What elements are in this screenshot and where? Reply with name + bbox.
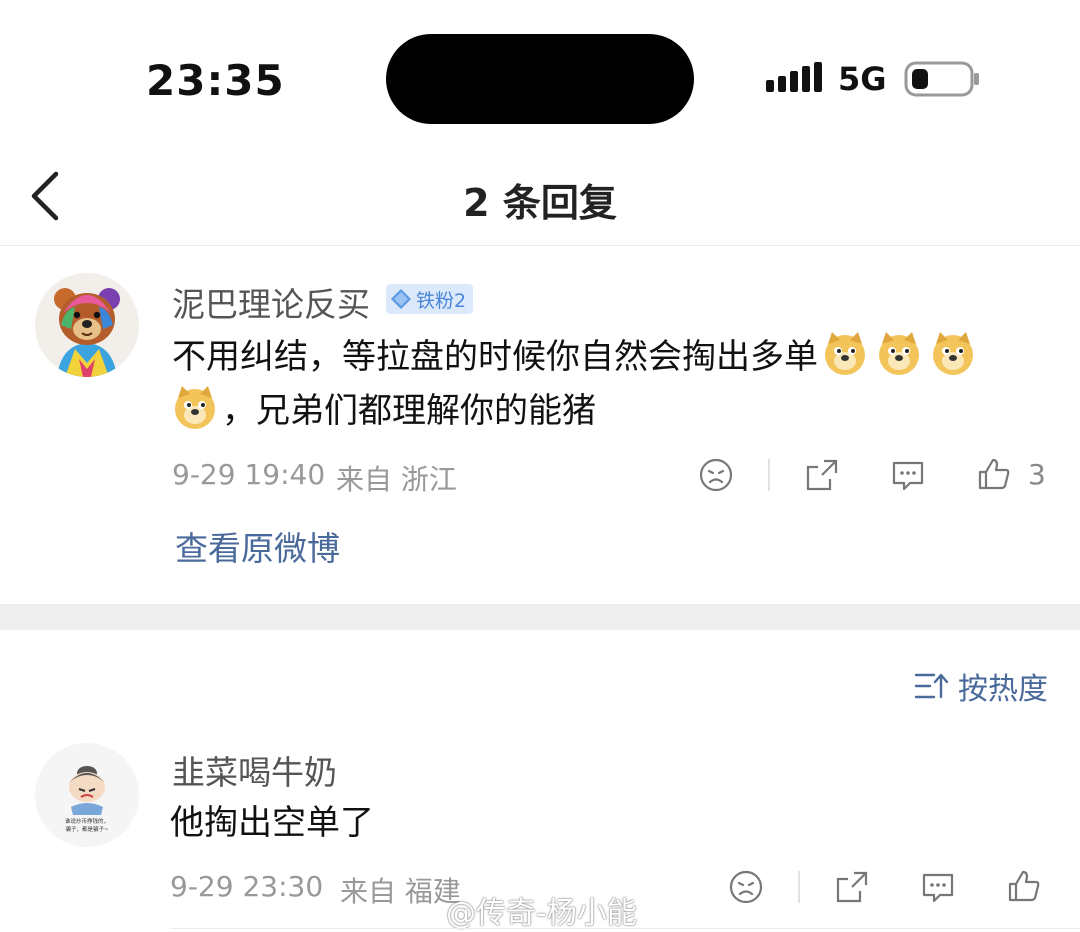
doge-emoji-icon [825,332,865,375]
bear-avatar-icon [35,273,139,377]
comment-username[interactable]: 泥巴理论反买 [172,278,370,326]
reply-text: 他掏出空单了 [170,803,374,843]
signal-icon [766,62,822,92]
like-count: 3 [1028,458,1046,491]
sort-icon [914,673,948,699]
reply-username[interactable]: 韭菜喝牛奶 [172,746,337,794]
divider [170,928,1080,929]
share-icon[interactable] [804,457,840,493]
dynamic-island [386,34,694,124]
doge-emoji-icon [879,332,919,375]
comment-date: 9-29 19:40 [172,458,326,491]
comment-icon[interactable] [890,457,926,493]
sort-button[interactable]: 按热度 [914,664,1048,708]
reply-date: 9-29 23:30 [170,870,324,903]
network-type: 5G [838,60,887,98]
divider [768,459,770,491]
battery-icon [904,61,979,97]
page-title: 2 条回复 [463,181,617,225]
avatar[interactable] [35,273,139,377]
doge-emoji-icon [933,332,973,375]
divider [798,871,800,903]
comment-location: 来自 浙江 [336,463,457,496]
cartoon-avatar-icon: 谁说炒币挣钱的， 骗子，都是骗子~ [35,743,139,847]
nav-bar: 2 条回复 [0,150,1080,246]
svg-text:骗子，都是骗子~: 骗子，都是骗子~ [65,825,109,833]
reply-share-icon[interactable] [834,869,870,905]
reply-like-icon[interactable] [1006,868,1042,904]
reply-avatar[interactable]: 谁说炒币挣钱的， 骗子，都是骗子~ [35,743,139,847]
reply-location: 来自 福建 [340,875,461,908]
reply-dislike-icon[interactable] [728,869,764,905]
watermark: @传奇-杨小能 [446,896,637,931]
doge-emoji-icon [175,386,215,429]
dislike-icon[interactable] [698,457,734,493]
reply-comment-icon[interactable] [920,869,956,905]
status-time: 23:35 [146,56,285,105]
svg-text:谁说炒币挣钱的，: 谁说炒币挣钱的， [65,817,109,825]
comment-text-part1: 不用纠结，等拉盘的时候你自然会掏出多单 [172,337,818,377]
diamond-icon [391,289,411,309]
sort-label: 按热度 [958,672,1048,707]
fan-badge[interactable]: 铁粉2 [386,284,474,314]
section-divider [0,604,1080,630]
like-icon[interactable] [976,456,1012,492]
badge-label: 铁粉2 [416,289,467,312]
comment-text-part2: ，兄弟们都理解你的能猪 [222,391,596,431]
view-original-link[interactable]: 查看原微博 [175,522,340,570]
status-bar: 23:35 5G [0,0,1080,150]
comment-text: 不用纠结，等拉盘的时候你自然会掏出多单 ，兄弟们都理解你的能猪 [172,330,1052,438]
